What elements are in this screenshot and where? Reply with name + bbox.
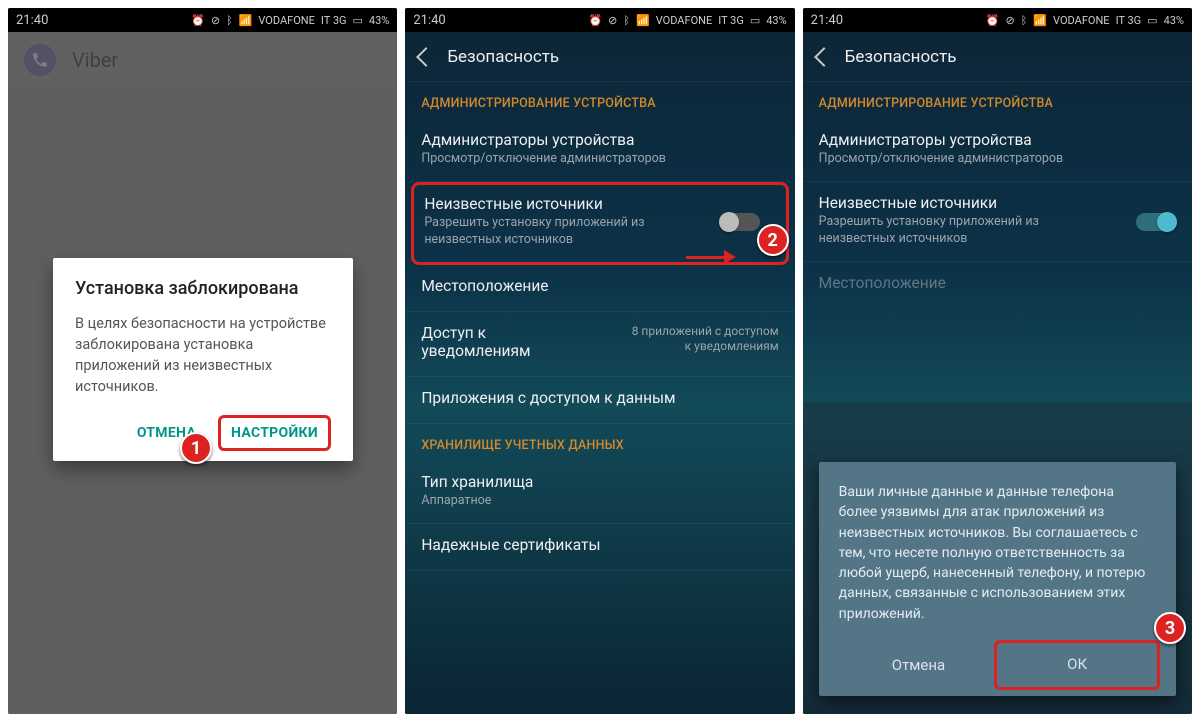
sim-icon: 📶 [239, 14, 253, 27]
annotation-arrow-icon [686, 250, 734, 264]
settings-header: Безопасность [405, 32, 794, 82]
notification-access-item[interactable]: Доступ к уведомлениям 8 приложений с дос… [405, 312, 794, 377]
item-right-subtitle: 8 приложений с доступом к уведомлениям [629, 324, 779, 355]
dialog-actions: Отмена ОК [839, 644, 1156, 686]
status-right: ⏰ ⊘ ᛒ 📶 VODAFONE IT 3G ▭ 43% [986, 14, 1184, 27]
battery-percent: 43% [1164, 14, 1184, 27]
battery-percent: 43% [369, 14, 389, 27]
dialog-title: Установка заблокирована [75, 278, 331, 299]
sim-icon: 📶 [1033, 14, 1047, 27]
unknown-sources-toggle[interactable] [720, 213, 760, 231]
bluetooth-icon: ᛒ [623, 14, 630, 27]
item-title: Неизвестные источники [819, 194, 1176, 212]
status-bar: 21:40 ⏰ ⊘ ᛒ 📶 VODAFONE IT 3G ▭ 43% [405, 8, 794, 32]
status-right: ⏰ ⊘ ᛒ 📶 VODAFONE IT 3G ▭ 43% [588, 14, 786, 27]
item-title: Тип хранилища [421, 473, 778, 491]
annotation-marker-2: 2 [757, 224, 789, 256]
unknown-sources-item[interactable]: Неизвестные источники Разрешить установк… [424, 195, 775, 248]
item-title: Неизвестные источники [424, 195, 775, 213]
status-right: ⏰ ⊘ ᛒ 📶 VODAFONE IT 3G ▭ 43% [191, 14, 389, 27]
alarm-icon: ⏰ [986, 14, 1000, 27]
device-admins-item[interactable]: Администраторы устройства Просмотр/отклю… [803, 119, 1192, 182]
dnd-icon: ⊘ [1006, 14, 1015, 27]
app-data-access-item[interactable]: Приложения с доступом к данным [405, 377, 794, 424]
battery-icon: ▭ [1147, 14, 1157, 27]
location-item[interactable]: Местоположение [405, 265, 794, 312]
dnd-icon: ⊘ [211, 14, 220, 27]
item-subtitle: Аппаратное [421, 493, 778, 509]
item-subtitle: Просмотр/отключение администраторов [819, 151, 1176, 167]
unknown-sources-toggle[interactable] [1136, 213, 1176, 231]
storage-type-item[interactable]: Тип хранилища Аппаратное [405, 461, 794, 524]
alarm-icon: ⏰ [588, 14, 602, 27]
item-subtitle: Разрешить установку приложений из неизве… [424, 215, 674, 248]
ok-button[interactable]: ОК [994, 640, 1160, 690]
screen-title: Безопасность [845, 47, 957, 67]
item-subtitle: Просмотр/отключение администраторов [421, 151, 778, 167]
settings-header: Безопасность [803, 32, 1192, 82]
annotation-marker-3: 3 [1154, 612, 1186, 644]
dialog-body: В целях безопасности на устройстве забло… [75, 313, 331, 397]
viber-install-screen: Viber Установка заблокирована В целях бе… [8, 32, 397, 714]
phone-screenshot-1: 21:40 ⏰ ⊘ ᛒ 📶 VODAFONE IT 3G ▭ 43% Viber… [8, 8, 397, 714]
carrier-label: VODAFONE [656, 14, 713, 27]
item-title: Приложения с доступом к данным [421, 389, 778, 407]
item-title: Администраторы устройства [819, 131, 1176, 149]
phone-screenshot-2: 21:40 ⏰ ⊘ ᛒ 📶 VODAFONE IT 3G ▭ 43% Безоп… [405, 8, 794, 714]
back-icon[interactable] [814, 47, 834, 67]
back-icon[interactable] [416, 47, 436, 67]
status-time: 21:40 [811, 13, 843, 28]
battery-icon: ▭ [750, 14, 760, 27]
network-label: IT 3G [321, 14, 347, 27]
security-settings-screen: Безопасность АДМИНИСТРИРОВАНИЕ УСТРОЙСТВ… [405, 32, 794, 714]
carrier-label: VODAFONE [258, 14, 315, 27]
section-storage-label: ХРАНИЛИЩЕ УЧЕТНЫХ ДАННЫХ [405, 424, 794, 461]
phone-screenshot-3: 21:40 ⏰ ⊘ ᛒ 📶 VODAFONE IT 3G ▭ 43% Безоп… [803, 8, 1192, 714]
trusted-certs-item[interactable]: Надежные сертификаты [405, 524, 794, 571]
screen-title: Безопасность [447, 47, 559, 67]
annotation-marker-1: 1 [180, 432, 212, 464]
device-admins-item[interactable]: Администраторы устройства Просмотр/отклю… [405, 119, 794, 182]
status-bar: 21:40 ⏰ ⊘ ᛒ 📶 VODAFONE IT 3G ▭ 43% [803, 8, 1192, 32]
cancel-button[interactable]: Отмена [839, 644, 999, 686]
unknown-sources-warning-dialog: Ваши личные данные и данные телефона бол… [819, 462, 1176, 696]
location-item: Местоположение [803, 262, 1192, 309]
network-label: IT 3G [1116, 14, 1142, 27]
dnd-icon: ⊘ [608, 14, 617, 27]
section-admin-label: АДМИНИСТРИРОВАНИЕ УСТРОЙСТВА [803, 82, 1192, 119]
bluetooth-icon: ᛒ [226, 14, 233, 27]
item-title: Администраторы устройства [421, 131, 778, 149]
security-settings-screen: Безопасность АДМИНИСТРИРОВАНИЕ УСТРОЙСТВ… [803, 32, 1192, 714]
carrier-label: VODAFONE [1053, 14, 1110, 27]
alarm-icon: ⏰ [191, 14, 205, 27]
item-title: Местоположение [421, 277, 778, 295]
unknown-sources-item[interactable]: Неизвестные источники Разрешить установк… [803, 182, 1192, 262]
item-subtitle: Разрешить установку приложений из неизве… [819, 214, 1079, 247]
item-title: Доступ к уведомлениям [421, 324, 571, 360]
settings-button[interactable]: НАСТРОЙКИ [218, 415, 331, 451]
install-blocked-dialog: Установка заблокирована В целях безопасн… [53, 258, 353, 461]
status-bar: 21:40 ⏰ ⊘ ᛒ 📶 VODAFONE IT 3G ▭ 43% [8, 8, 397, 32]
section-admin-label: АДМИНИСТРИРОВАНИЕ УСТРОЙСТВА [405, 82, 794, 119]
item-title: Местоположение [819, 274, 1176, 292]
battery-icon: ▭ [353, 14, 363, 27]
item-title: Надежные сертификаты [421, 536, 778, 554]
battery-percent: 43% [766, 14, 786, 27]
unknown-sources-highlight: Неизвестные источники Разрешить установк… [411, 182, 788, 265]
dialog-body: Ваши личные данные и данные телефона бол… [839, 482, 1156, 624]
sim-icon: 📶 [636, 14, 650, 27]
bluetooth-icon: ᛒ [1021, 14, 1028, 27]
status-time: 21:40 [16, 13, 48, 28]
status-time: 21:40 [413, 13, 445, 28]
network-label: IT 3G [718, 14, 744, 27]
